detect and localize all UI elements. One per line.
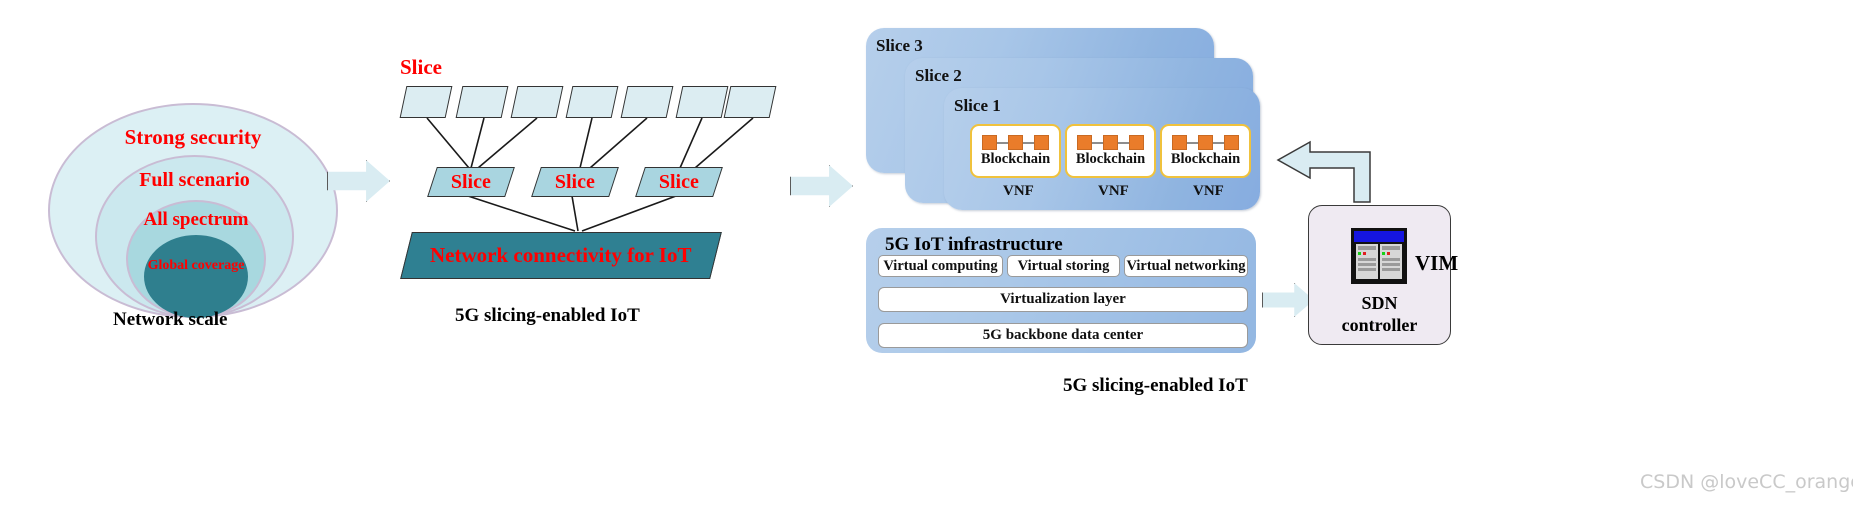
slice-tile-6 (675, 86, 729, 118)
blockchain-node-icon (982, 135, 997, 151)
blockchain-node-icon (1224, 135, 1239, 151)
slice-tile-4 (565, 86, 619, 118)
blockchain-link-icon (1118, 141, 1129, 144)
server-rack-icon (1351, 228, 1407, 284)
sdn-controller-label-line2: controller (1341, 315, 1418, 335)
slice-box-label-2: Slice (555, 170, 595, 193)
blockchain-node-icon (1008, 135, 1023, 151)
blockchain-chain-icon-3 (1172, 135, 1239, 151)
infra-chip-virtual-networking[interactable]: Virtual networking (1124, 255, 1248, 277)
blockchain-box-1: Blockchain (970, 124, 1061, 178)
blockchain-label-2: Blockchain (1075, 151, 1146, 168)
blockchain-chain-icon-2 (1077, 135, 1144, 151)
blockchain-box-2: Blockchain (1065, 124, 1156, 178)
caption-slicing-right: 5G slicing-enabled IoT (1063, 375, 1248, 396)
led-green-icon (1358, 252, 1361, 255)
ring-global-coverage: Global coverage (144, 235, 248, 318)
blockchain-box-3: Blockchain (1160, 124, 1251, 178)
diagram-canvas: Strong security Full scenario All spectr… (0, 0, 1853, 518)
slice-card-label-3: Slice 3 (876, 36, 923, 55)
vim-label: VIM (1415, 251, 1459, 275)
slice-tile-1 (399, 86, 453, 118)
blockchain-link-icon (1187, 141, 1198, 144)
blockchain-node-icon (1198, 135, 1213, 151)
slice-tile-7 (723, 86, 777, 118)
blockchain-link-icon (997, 141, 1008, 144)
slice-tile-5 (620, 86, 674, 118)
infra-bar-backbone-data-center[interactable]: 5G backbone data center (878, 323, 1248, 348)
ring-label-global-coverage: Global coverage (147, 258, 245, 273)
slice-box-label-1: Slice (451, 170, 491, 193)
slice-group-label: Slice (400, 55, 442, 79)
blockchain-node-icon (1034, 135, 1049, 151)
server-rack-top-bar (1354, 231, 1404, 242)
server-rack-column (1356, 244, 1378, 279)
sdn-controller-label-line1: SDN (1361, 293, 1398, 313)
network-connectivity-base: Network connectivity for IoT (400, 232, 722, 279)
watermark-text: CSDN @loveCC_orange (1640, 471, 1853, 493)
blockchain-chain-icon-1 (982, 135, 1049, 151)
blockchain-node-icon (1129, 135, 1144, 151)
caption-slicing-left: 5G slicing-enabled IoT (455, 305, 640, 326)
caption-network-scale: Network scale (113, 309, 228, 330)
flow-arrow-2 (790, 165, 853, 207)
slice-card-label-1: Slice 1 (954, 96, 1001, 115)
blockchain-label-3: Blockchain (1170, 151, 1241, 168)
slice-box-2: Slice (531, 167, 619, 197)
slice-box-3: Slice (635, 167, 723, 197)
network-scale-panel: Strong security Full scenario All spectr… (48, 103, 338, 318)
server-rack-column (1380, 244, 1402, 279)
slice-tile-3 (510, 86, 564, 118)
slice-card-label-2: Slice 2 (915, 66, 962, 85)
slice-box-label-3: Slice (659, 170, 699, 193)
infra-bar-virtualization-layer[interactable]: Virtualization layer (878, 287, 1248, 312)
blockchain-link-icon (1213, 141, 1224, 144)
infra-chip-virtual-storing[interactable]: Virtual storing (1007, 255, 1120, 277)
network-connectivity-label: Network connectivity for IoT (430, 243, 692, 267)
blockchain-link-icon (1092, 141, 1103, 144)
vnf-label-2: VNF (1098, 183, 1129, 199)
led-red-icon (1363, 252, 1366, 255)
vnf-label-3: VNF (1193, 183, 1224, 199)
blockchain-node-icon (1077, 135, 1092, 151)
led-red-icon (1387, 252, 1390, 255)
slice-tile-2 (455, 86, 509, 118)
infra-chip-virtual-computing[interactable]: Virtual computing (878, 255, 1003, 277)
led-green-icon (1382, 252, 1385, 255)
blockchain-node-icon (1103, 135, 1118, 151)
blockchain-link-icon (1023, 141, 1034, 144)
infrastructure-title: 5G IoT infrastructure (885, 234, 1063, 255)
blockchain-label-1: Blockchain (980, 151, 1051, 168)
vnf-label-1: VNF (1003, 183, 1034, 199)
blockchain-node-icon (1172, 135, 1187, 151)
flow-arrow-3 (1262, 283, 1314, 317)
server-rack-body (1354, 242, 1404, 281)
slice-box-1: Slice (427, 167, 515, 197)
